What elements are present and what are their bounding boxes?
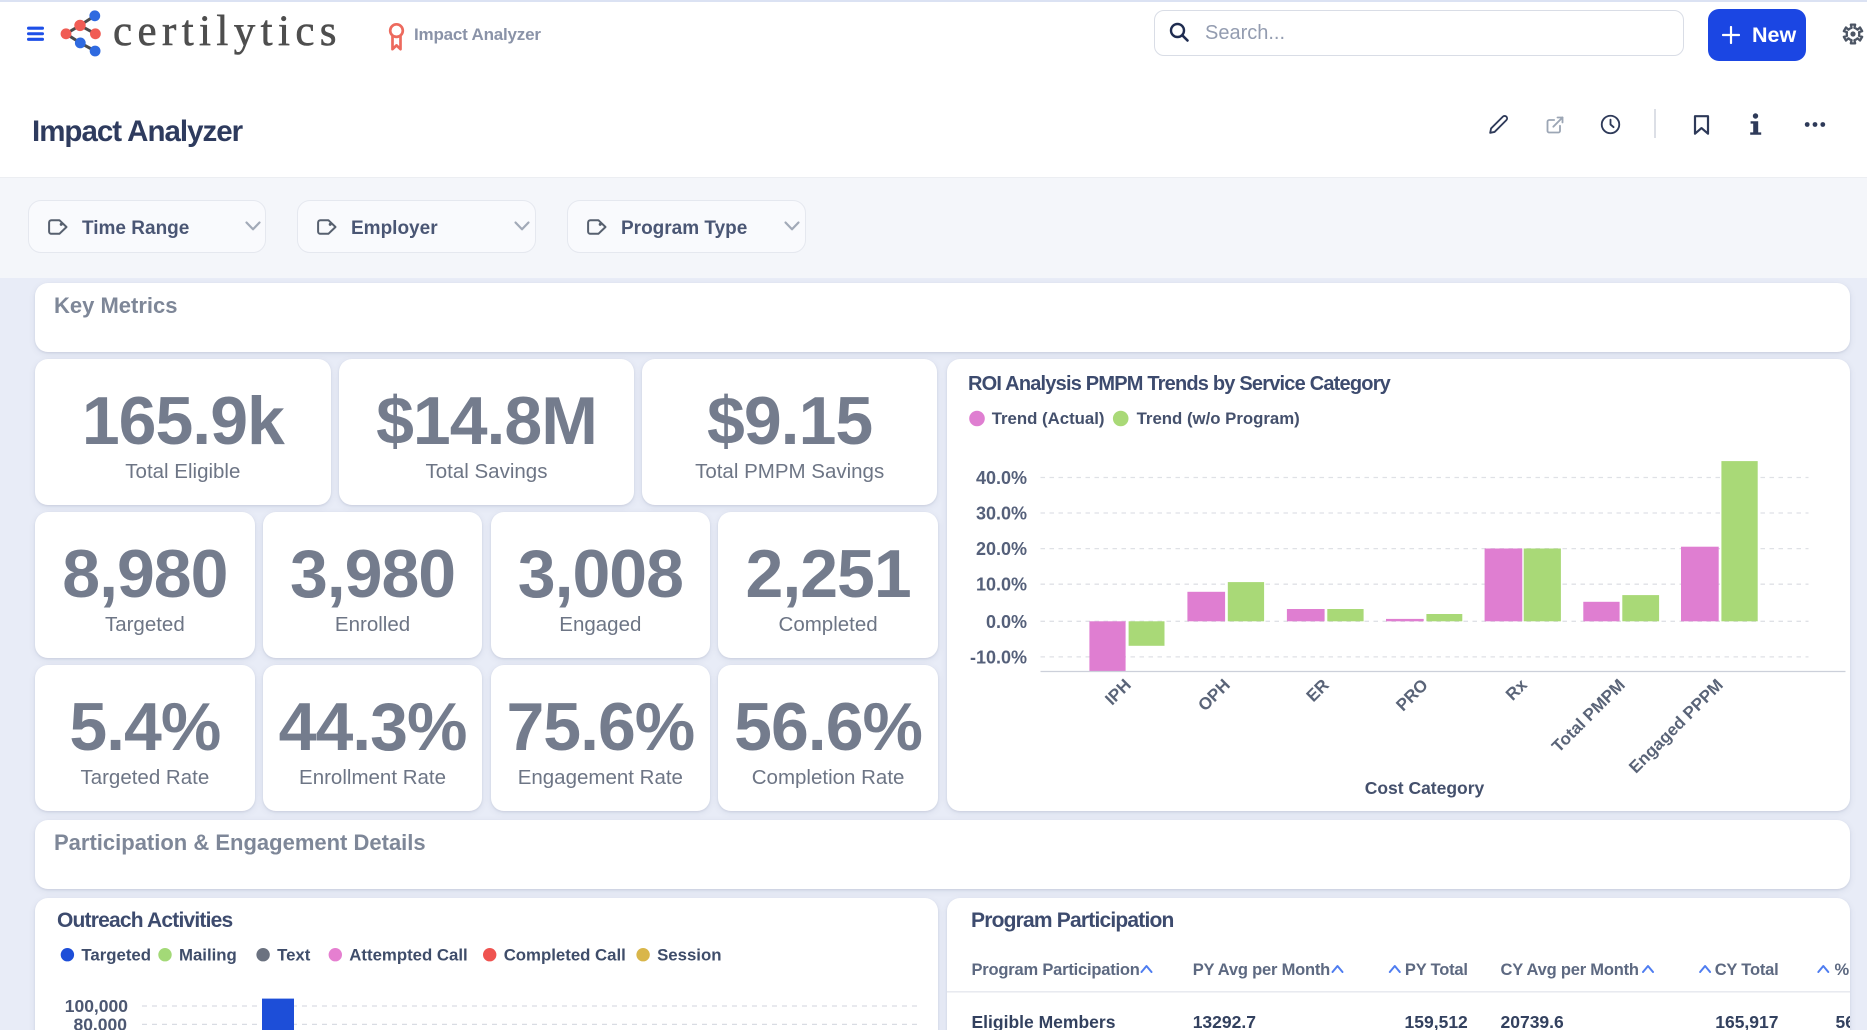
svg-text:Program Participation: Program Participation <box>971 961 1139 979</box>
svg-text:PY Avg per Month: PY Avg per Month <box>1192 961 1329 979</box>
svg-text:40.0%: 40.0% <box>975 468 1026 488</box>
svg-text:100,000: 100,000 <box>65 996 129 1016</box>
svg-text:80,000: 80,000 <box>73 1014 127 1030</box>
svg-text:159,512: 159,512 <box>1404 1012 1468 1030</box>
svg-text:Targeted: Targeted <box>81 946 151 965</box>
svg-text:Time Range: Time Range <box>82 218 189 239</box>
svg-text:30.0%: 30.0% <box>975 504 1026 524</box>
svg-text:Attempted Call: Attempted Call <box>349 946 467 965</box>
svg-text:13292.7: 13292.7 <box>1192 1012 1255 1030</box>
svg-text:-10.0%: -10.0% <box>969 647 1026 667</box>
svg-text:Completed Call: Completed Call <box>504 946 626 965</box>
svg-text:Trend (w/o Program): Trend (w/o Program) <box>1136 409 1299 428</box>
svg-text:20739.6: 20739.6 <box>1500 1012 1564 1030</box>
svg-text:Session: Session <box>657 946 721 965</box>
svg-text:%: % <box>1834 961 1849 979</box>
svg-text:Program Type: Program Type <box>621 218 747 239</box>
svg-text:IPH: IPH <box>1101 675 1134 708</box>
svg-text:10.0%: 10.0% <box>975 575 1026 595</box>
svg-text:Text: Text <box>277 946 311 965</box>
svg-text:PY Total: PY Total <box>1404 961 1467 979</box>
svg-text:ER: ER <box>1302 675 1332 705</box>
svg-text:Engaged PPPM: Engaged PPPM <box>1625 675 1727 777</box>
svg-text:56: 56 <box>1835 1012 1850 1030</box>
svg-text:Mailing: Mailing <box>179 946 237 965</box>
svg-text:165,917: 165,917 <box>1715 1012 1778 1030</box>
svg-text:Eligible Members: Eligible Members <box>971 1012 1115 1030</box>
svg-text:20.0%: 20.0% <box>975 539 1026 559</box>
svg-text:Total PMPM: Total PMPM <box>1548 675 1629 756</box>
svg-text:Cost Category: Cost Category <box>1364 778 1484 798</box>
svg-text:PRO: PRO <box>1392 675 1431 714</box>
svg-text:0.0%: 0.0% <box>985 612 1026 632</box>
svg-text:Employer: Employer <box>351 218 438 239</box>
svg-text:CY Avg per Month: CY Avg per Month <box>1500 961 1638 979</box>
svg-text:Trend (Actual): Trend (Actual) <box>991 409 1104 428</box>
svg-text:Rx: Rx <box>1502 675 1531 704</box>
svg-text:CY Total: CY Total <box>1714 961 1778 979</box>
svg-text:OPH: OPH <box>1194 675 1233 714</box>
